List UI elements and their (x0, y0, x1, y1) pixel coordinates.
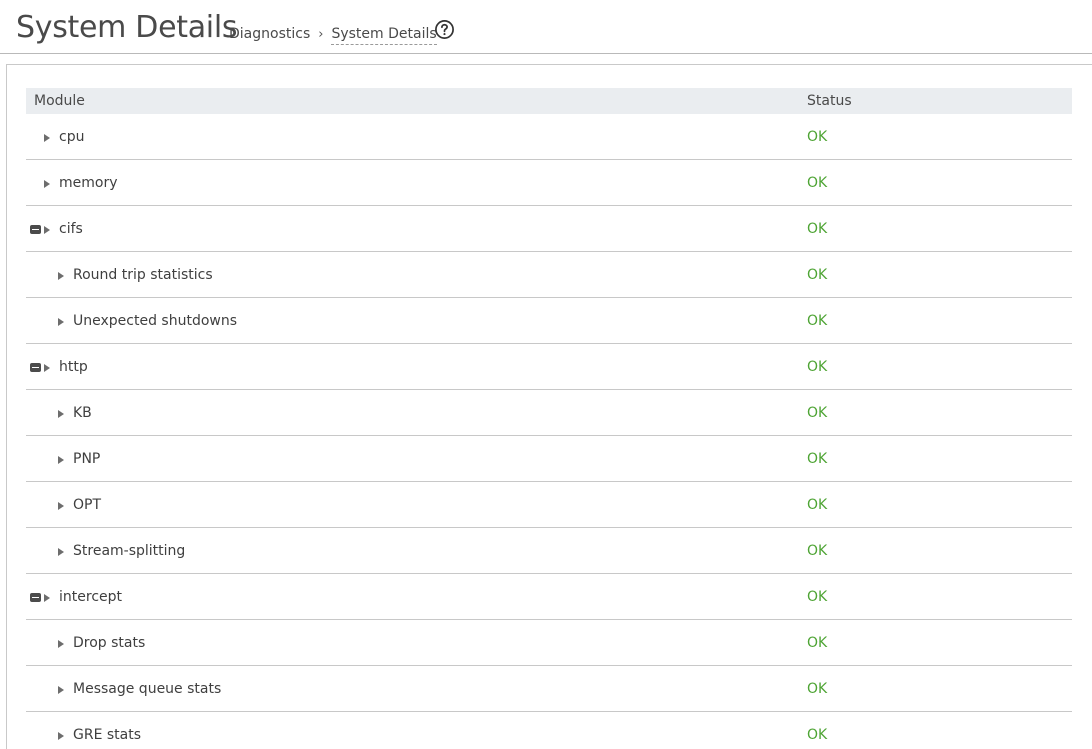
table-row[interactable]: GRE stats OK (26, 712, 1072, 749)
table-row[interactable]: cpu OK (26, 114, 1072, 160)
module-label[interactable]: intercept (59, 589, 122, 605)
breadcrumb-diagnostics-link[interactable]: Diagnostics (229, 26, 310, 42)
expand-triangle-icon[interactable] (44, 180, 50, 188)
collapse-icon[interactable] (30, 363, 41, 372)
column-header-status[interactable]: Status (807, 93, 852, 109)
status-value: OK (807, 405, 828, 421)
breadcrumb-separator: › (318, 27, 324, 42)
status-value: OK (807, 543, 828, 559)
status-value: OK (807, 267, 828, 283)
breadcrumb: Diagnostics › System Details (229, 25, 437, 45)
status-value: OK (807, 359, 828, 375)
module-label[interactable]: Message queue stats (73, 681, 221, 697)
expand-triangle-icon[interactable] (58, 502, 64, 510)
expand-triangle-icon[interactable] (58, 732, 64, 740)
module-label[interactable]: Drop stats (73, 635, 145, 651)
status-value: OK (807, 451, 828, 467)
table-header: Module Status (26, 88, 1072, 114)
module-label[interactable]: PNP (73, 451, 100, 467)
status-value: OK (807, 635, 828, 651)
table-row[interactable]: Message queue stats OK (26, 666, 1072, 712)
expand-triangle-icon[interactable] (44, 226, 50, 234)
module-label[interactable]: KB (73, 405, 92, 421)
status-value: OK (807, 129, 828, 145)
status-value: OK (807, 589, 828, 605)
module-label[interactable]: Unexpected shutdowns (73, 313, 237, 329)
expand-triangle-icon[interactable] (58, 410, 64, 418)
table-row[interactable]: intercept OK (26, 574, 1072, 620)
module-label[interactable]: Stream-splitting (73, 543, 185, 559)
collapse-icon[interactable] (30, 593, 41, 602)
status-value: OK (807, 681, 828, 697)
table-row[interactable]: http OK (26, 344, 1072, 390)
expand-triangle-icon[interactable] (58, 272, 64, 280)
collapse-icon[interactable] (30, 225, 41, 234)
expand-triangle-icon[interactable] (44, 134, 50, 142)
module-label[interactable]: OPT (73, 497, 101, 513)
expand-triangle-icon[interactable] (58, 318, 64, 326)
column-header-module[interactable]: Module (34, 93, 85, 109)
expand-triangle-icon[interactable] (58, 686, 64, 694)
status-value: OK (807, 175, 828, 191)
expand-triangle-icon[interactable] (44, 364, 50, 372)
page-title: System Details (16, 10, 238, 45)
table-row[interactable]: memory OK (26, 160, 1072, 206)
status-value: OK (807, 221, 828, 237)
module-label[interactable]: Round trip statistics (73, 267, 213, 283)
system-details-table: Module Status cpu OK memory OK cifs OK Round t… (26, 88, 1072, 749)
module-label[interactable]: http (59, 359, 88, 375)
question-circle-icon[interactable] (434, 19, 455, 40)
table-row[interactable]: OPT OK (26, 482, 1072, 528)
expand-triangle-icon[interactable] (58, 548, 64, 556)
module-label[interactable]: memory (59, 175, 118, 191)
status-value: OK (807, 727, 828, 743)
table-row[interactable]: Unexpected shutdowns OK (26, 298, 1072, 344)
expand-triangle-icon[interactable] (58, 640, 64, 648)
status-value: OK (807, 313, 828, 329)
breadcrumb-current[interactable]: System Details (331, 26, 437, 45)
table-row[interactable]: PNP OK (26, 436, 1072, 482)
module-label[interactable]: cpu (59, 129, 84, 145)
table-row[interactable]: Drop stats OK (26, 620, 1072, 666)
status-value: OK (807, 497, 828, 513)
table-row[interactable]: cifs OK (26, 206, 1072, 252)
expand-triangle-icon[interactable] (58, 456, 64, 464)
module-label[interactable]: cifs (59, 221, 83, 237)
table-row[interactable]: KB OK (26, 390, 1072, 436)
table-row[interactable]: Stream-splitting OK (26, 528, 1072, 574)
page-header: System Details Diagnostics › System Detail… (0, 0, 1092, 54)
expand-triangle-icon[interactable] (44, 594, 50, 602)
table-body: cpu OK memory OK cifs OK Round trip statistics… (26, 114, 1072, 749)
table-row[interactable]: Round trip statistics OK (26, 252, 1072, 298)
module-label[interactable]: GRE stats (73, 727, 141, 743)
